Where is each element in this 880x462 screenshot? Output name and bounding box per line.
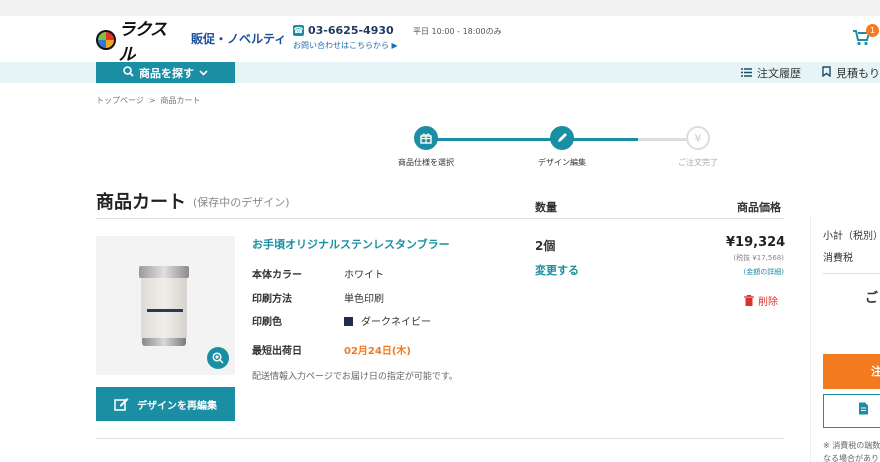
site-logo[interactable]: ラクスル — [96, 20, 180, 65]
price-detail-link[interactable]: (金額の詳細) — [700, 267, 784, 277]
summary-tax-label: 消費税 — [823, 253, 853, 264]
ship-date-label: 最短出荷日 — [252, 346, 302, 357]
divider-bottom — [96, 438, 784, 439]
page-subtitle: (保存中のデザイン) — [193, 196, 290, 209]
product-name-link[interactable]: お手頃オリジナルステンレスタンブラー — [252, 236, 450, 252]
column-header-price: 商品価格 — [737, 201, 781, 214]
cart-count-badge: 1 — [866, 24, 879, 37]
phone-number: 03-6625-4930 — [308, 24, 394, 37]
summary-note-line1: ※ 消費税の端数 — [823, 441, 880, 450]
phone-icon: ☎ — [293, 25, 304, 36]
step-line-1 — [426, 138, 562, 141]
order-button[interactable]: 注 — [823, 354, 880, 389]
trash-icon — [744, 295, 754, 306]
product-search-button[interactable]: 商品を探す — [96, 62, 235, 83]
logo-mark-icon — [96, 30, 116, 50]
list-icon — [741, 67, 752, 80]
site-header: ラクスル 販促・ノベルティ ☎ 03-6625-4930 平日 10:00 - … — [0, 16, 880, 65]
summary-divider — [823, 273, 880, 274]
yen-icon: ¥ — [694, 131, 702, 145]
step-3-circle: ¥ — [686, 126, 710, 150]
page-title: 商品カート — [96, 192, 186, 213]
search-icon — [123, 65, 134, 80]
attr-label-print-color: 印刷色 — [252, 317, 282, 328]
price-excluding-tax: (税抜 ¥17,568) — [733, 254, 784, 262]
attr-label-body-color: 本体カラー — [252, 270, 302, 281]
column-header-quantity: 数量 — [535, 201, 557, 214]
quote-button[interactable] — [823, 394, 880, 428]
document-icon — [859, 402, 868, 415]
quotes-link[interactable]: 見積もり — [822, 65, 880, 81]
pencil-icon — [558, 133, 567, 142]
attr-value-print-color: ダークネイビー — [344, 313, 431, 328]
change-quantity-link[interactable]: 変更する — [535, 262, 579, 278]
nav-bar: 商品を探す 注文履歴 見積もり — [0, 62, 880, 83]
ship-date-value: 02月24日(木) — [344, 346, 411, 357]
summary-tax-note: ※ 消費税の端数 なる場合があり — [823, 439, 880, 462]
step-2-circle — [550, 126, 574, 150]
item-price: ¥19,324 — [726, 235, 786, 250]
inquiry-link[interactable]: お問い合わせはこちらから ▶ — [293, 40, 398, 51]
order-summary-panel: 小計（税別） 消費税 ご 注 ※ 消費税の端数 なる場合があり — [810, 215, 880, 462]
attr-value-body-color: ホワイト — [344, 270, 384, 281]
attr-label-print-method: 印刷方法 — [252, 294, 292, 305]
quantity-value: 2個 — [535, 239, 556, 253]
progress-steps: ¥ 商品仕様を選択 デザイン編集 ご注文完了 — [390, 126, 730, 171]
logo-text: ラクスル — [118, 20, 167, 65]
search-button-label: 商品を探す — [139, 66, 194, 80]
step-3-label: ご注文完了 — [678, 158, 718, 167]
chevron-down-icon — [199, 66, 208, 79]
print-color-name: ダークネイビー — [361, 317, 431, 328]
breadcrumb: トップページ > 商品カート — [96, 95, 201, 106]
breadcrumb-current: 商品カート — [160, 96, 201, 105]
order-history-link[interactable]: 注文履歴 — [741, 65, 801, 81]
step-1-label: 商品仕様を選択 — [398, 158, 454, 167]
edit-icon — [114, 398, 129, 411]
breadcrumb-separator: > — [148, 96, 156, 105]
summary-subtotal-label: 小計（税別） — [823, 231, 880, 242]
step-1-circle — [414, 126, 438, 150]
zoom-in-button[interactable] — [207, 347, 229, 369]
delivery-note: 配送情報入力ページでお届け日の指定が可能です。 — [252, 372, 458, 382]
redesign-button[interactable]: デザインを再編集 — [96, 387, 235, 421]
zoom-in-icon — [212, 352, 224, 364]
summary-total-label: ご — [865, 291, 879, 306]
delete-label: 削除 — [758, 297, 778, 308]
order-history-label: 注文履歴 — [757, 67, 801, 80]
color-swatch — [344, 317, 353, 326]
divider-top — [96, 218, 784, 219]
breadcrumb-home[interactable]: トップページ — [96, 96, 144, 105]
top-strip — [0, 0, 880, 16]
summary-note-line2: なる場合があり — [823, 454, 879, 462]
redesign-button-label: デザインを再編集 — [137, 400, 217, 412]
delete-item-button[interactable]: 削除 — [744, 293, 778, 308]
gift-icon — [420, 133, 432, 144]
tumbler-illustration — [139, 266, 189, 348]
header-tagline: 販促・ノベルティ — [191, 32, 287, 46]
phone-hours: 平日 10:00 - 18:00のみ — [413, 27, 502, 36]
bookmark-icon — [822, 66, 831, 80]
product-image[interactable] — [96, 236, 235, 375]
step-line-2b — [638, 138, 686, 141]
attr-value-print-method: 単色印刷 — [344, 294, 384, 305]
quotes-label: 見積もり — [836, 67, 880, 80]
step-2-label: デザイン編集 — [538, 158, 586, 167]
